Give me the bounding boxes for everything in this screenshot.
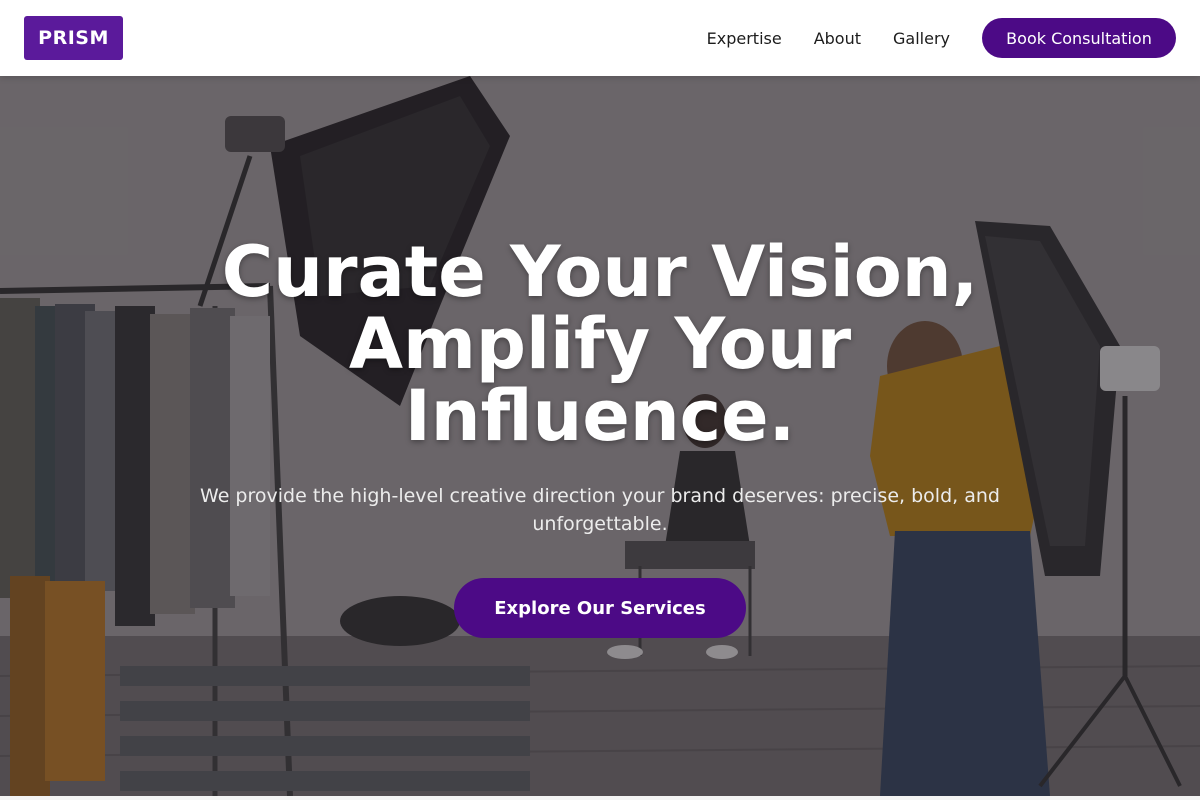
hero-section: Curate Your Vision, Amplify Your Influen… xyxy=(0,76,1200,796)
brand-logo[interactable]: PRISM xyxy=(24,16,123,60)
page-bottom-edge xyxy=(0,796,1200,800)
main-nav: Expertise About Gallery Book Consultatio… xyxy=(707,18,1176,58)
nav-link-about[interactable]: About xyxy=(814,29,861,48)
hero-headline: Curate Your Vision, Amplify Your Influen… xyxy=(221,231,979,457)
explore-services-button[interactable]: Explore Our Services xyxy=(454,578,746,638)
hero-content: Curate Your Vision, Amplify Your Influen… xyxy=(0,236,1200,638)
hero-subheadline: We provide the high-level creative direc… xyxy=(200,485,1000,535)
nav-link-expertise[interactable]: Expertise xyxy=(707,29,782,48)
site-header: PRISM Expertise About Gallery Book Consu… xyxy=(0,0,1200,76)
book-consultation-button[interactable]: Book Consultation xyxy=(982,18,1176,58)
nav-link-gallery[interactable]: Gallery xyxy=(893,29,950,48)
